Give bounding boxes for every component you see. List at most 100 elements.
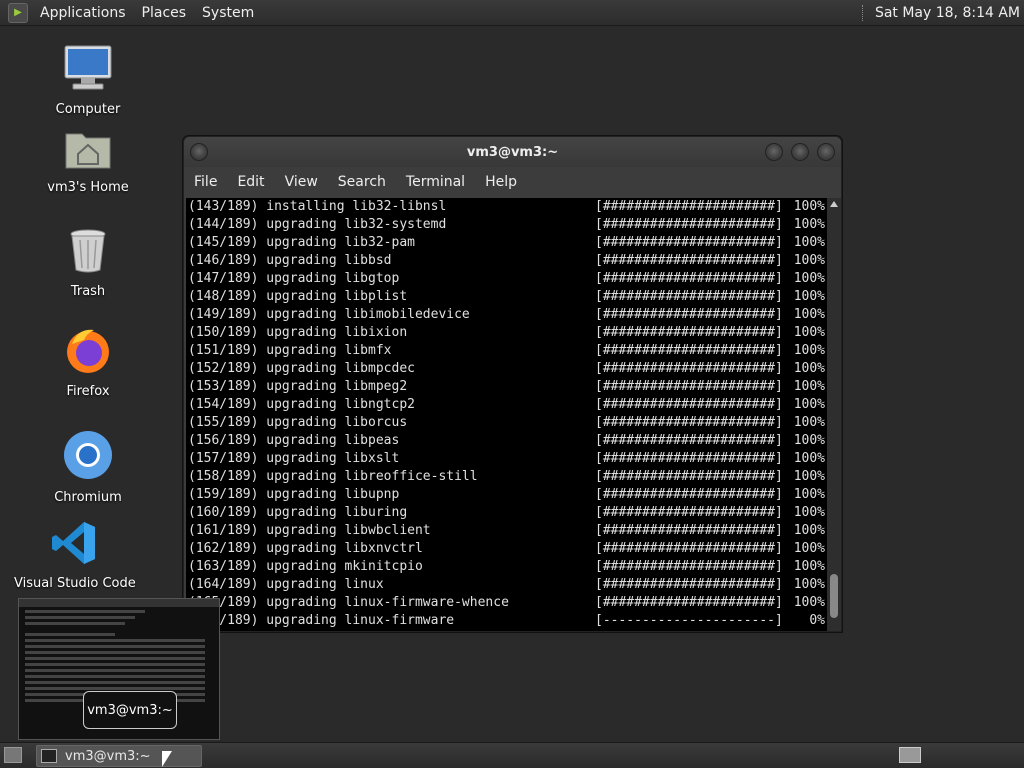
desktop-icon-firefox[interactable]: Firefox bbox=[28, 326, 148, 399]
desktop-icon-chromium[interactable]: Chromium bbox=[28, 430, 148, 505]
panel-separator bbox=[861, 4, 867, 21]
maximize-icon[interactable] bbox=[791, 143, 809, 161]
terminal-line-text: (165/189) upgrading linux-firmware-whenc… bbox=[188, 595, 509, 610]
terminal-line: (149/189) upgrading libimobiledevice [###… bbox=[186, 306, 827, 324]
progress-bar-text: [######################] bbox=[595, 235, 783, 250]
progress-percent: 100% bbox=[793, 271, 825, 286]
progress-bar-text: [######################] bbox=[595, 559, 783, 574]
progress-bar-text: [######################] bbox=[595, 271, 783, 286]
terminal-output[interactable]: (143/189) installing lib32-libnsl [######… bbox=[186, 198, 827, 631]
progress-percent: 100% bbox=[793, 559, 825, 574]
scroll-up-arrow-icon[interactable] bbox=[830, 201, 838, 207]
menu-terminal[interactable]: Terminal bbox=[396, 174, 475, 190]
progress-percent: 100% bbox=[793, 469, 825, 484]
desktop-icon-label: Computer bbox=[55, 102, 121, 117]
terminal-line: (152/189) upgrading libmpcdec [##########… bbox=[186, 360, 827, 378]
desktop-icon-label: Trash bbox=[70, 284, 106, 299]
terminal-line-text: (152/189) upgrading libmpcdec bbox=[188, 361, 415, 376]
progress-percent: 0% bbox=[809, 613, 825, 628]
desktop-icon-computer[interactable]: Computer bbox=[28, 44, 148, 117]
progress-bar-text: [----------------------] bbox=[595, 613, 783, 628]
terminal-line: (148/189) upgrading libplist [###########… bbox=[186, 288, 827, 306]
menu-view[interactable]: View bbox=[275, 174, 328, 190]
progress-percent: 100% bbox=[793, 361, 825, 376]
progress-bar-text: [######################] bbox=[595, 451, 783, 466]
progress-bar-text: [######################] bbox=[595, 541, 783, 556]
terminal-line: (156/189) upgrading libpeas [############… bbox=[186, 432, 827, 450]
progress-bar-text: [######################] bbox=[595, 325, 783, 340]
terminal-menubar: File Edit View Search Terminal Help bbox=[184, 167, 841, 197]
terminal-line-text: (159/189) upgrading libupnp bbox=[188, 487, 400, 502]
progress-percent: 100% bbox=[793, 199, 825, 214]
progress-percent: 100% bbox=[793, 415, 825, 430]
terminal-line-text: (149/189) upgrading libimobiledevice bbox=[188, 307, 470, 322]
progress-bar-text: [######################] bbox=[595, 289, 783, 304]
bottom-panel: vm3@vm3:~ bbox=[0, 742, 1024, 768]
close-icon[interactable] bbox=[817, 143, 835, 161]
terminal-line-text: (163/189) upgrading mkinitcpio bbox=[188, 559, 423, 574]
desktop-icon-label: Visual Studio Code bbox=[14, 576, 136, 591]
vscode-icon bbox=[52, 522, 95, 564]
terminal-line-text: (156/189) upgrading libpeas bbox=[188, 433, 400, 448]
terminal-line-text: (146/189) upgrading libbsd bbox=[188, 253, 392, 268]
minimize-icon[interactable] bbox=[765, 143, 783, 161]
terminal-line-text: (145/189) upgrading lib32-pam bbox=[188, 235, 415, 250]
progress-bar-text: [######################] bbox=[595, 505, 783, 520]
menu-file[interactable]: File bbox=[184, 174, 227, 190]
progress-bar-text: [######################] bbox=[595, 415, 783, 430]
desktop-icon-home[interactable]: vm3's Home bbox=[28, 128, 148, 195]
terminal-line-text: (144/189) upgrading lib32-systemd bbox=[188, 217, 447, 232]
progress-percent: 100% bbox=[793, 217, 825, 232]
scrollbar-thumb[interactable] bbox=[830, 574, 838, 618]
progress-percent: 100% bbox=[793, 307, 825, 322]
terminal-line-text: (148/189) upgrading libplist bbox=[188, 289, 408, 304]
terminal-window[interactable]: vm3@vm3:~ File Edit View Search Terminal… bbox=[183, 136, 842, 632]
menu-search[interactable]: Search bbox=[328, 174, 396, 190]
applications-logo-icon[interactable]: ▶ bbox=[8, 2, 28, 23]
menu-edit[interactable]: Edit bbox=[227, 174, 274, 190]
clock[interactable]: Sat May 18, 8:14 AM bbox=[875, 5, 1020, 21]
menu-system[interactable]: System bbox=[194, 5, 262, 21]
menu-applications[interactable]: Applications bbox=[32, 5, 134, 21]
terminal-line: (150/189) upgrading libixion [###########… bbox=[186, 324, 827, 342]
terminal-line: (151/189) upgrading libmfx [#############… bbox=[186, 342, 827, 360]
taskbar-button-terminal[interactable]: vm3@vm3:~ bbox=[36, 745, 202, 767]
desktop-icon-label: Firefox bbox=[66, 384, 110, 399]
progress-percent: 100% bbox=[793, 343, 825, 358]
desktop-icon-label: Chromium bbox=[54, 490, 122, 505]
taskbar-button-label: vm3@vm3:~ bbox=[65, 748, 151, 764]
terminal-line: (143/189) installing lib32-libnsl [######… bbox=[186, 198, 827, 216]
terminal-icon bbox=[41, 749, 57, 763]
terminal-line: (155/189) upgrading liborcus [###########… bbox=[186, 414, 827, 432]
progress-percent: 100% bbox=[793, 577, 825, 592]
terminal-titlebar[interactable]: vm3@vm3:~ bbox=[184, 137, 841, 167]
terminal-line-text: (143/189) installing lib32-libnsl bbox=[188, 199, 447, 214]
desktop-icon-vscode[interactable]: Visual Studio Code bbox=[14, 520, 136, 591]
progress-percent: 100% bbox=[793, 397, 825, 412]
terminal-line-text: (164/189) upgrading linux bbox=[188, 577, 384, 592]
terminal-line-text: (150/189) upgrading libixion bbox=[188, 325, 408, 340]
progress-bar-text: [######################] bbox=[595, 469, 783, 484]
menu-help[interactable]: Help bbox=[475, 174, 527, 190]
menu-places[interactable]: Places bbox=[134, 5, 195, 21]
trash-icon bbox=[70, 229, 106, 273]
terminal-line: (165/189) upgrading linux-firmware-whenc… bbox=[186, 594, 827, 612]
terminal-title: vm3@vm3:~ bbox=[466, 145, 559, 160]
progress-bar-text: [######################] bbox=[595, 577, 783, 592]
terminal-line: (166/189) upgrading linux-firmware [-----… bbox=[186, 612, 827, 630]
terminal-line-text: (157/189) upgrading libxslt bbox=[188, 451, 400, 466]
terminal-scrollbar[interactable] bbox=[827, 198, 841, 631]
desktop-icon-trash[interactable]: Trash bbox=[28, 228, 148, 299]
progress-bar-text: [######################] bbox=[595, 379, 783, 394]
progress-percent: 100% bbox=[793, 541, 825, 556]
terminal-line: (157/189) upgrading libxslt [############… bbox=[186, 450, 827, 468]
progress-bar-text: [######################] bbox=[595, 343, 783, 358]
terminal-line-text: (154/189) upgrading libngtcp2 bbox=[188, 397, 415, 412]
terminal-line: (147/189) upgrading libgtop [############… bbox=[186, 270, 827, 288]
workspace-switcher[interactable] bbox=[899, 747, 921, 763]
show-desktop-icon[interactable] bbox=[4, 747, 22, 763]
progress-bar-text: [######################] bbox=[595, 361, 783, 376]
firefox-icon bbox=[67, 329, 109, 373]
terminal-line-text: (155/189) upgrading liborcus bbox=[188, 415, 408, 430]
terminal-line-text: (158/189) upgrading libreoffice-still bbox=[188, 469, 478, 484]
